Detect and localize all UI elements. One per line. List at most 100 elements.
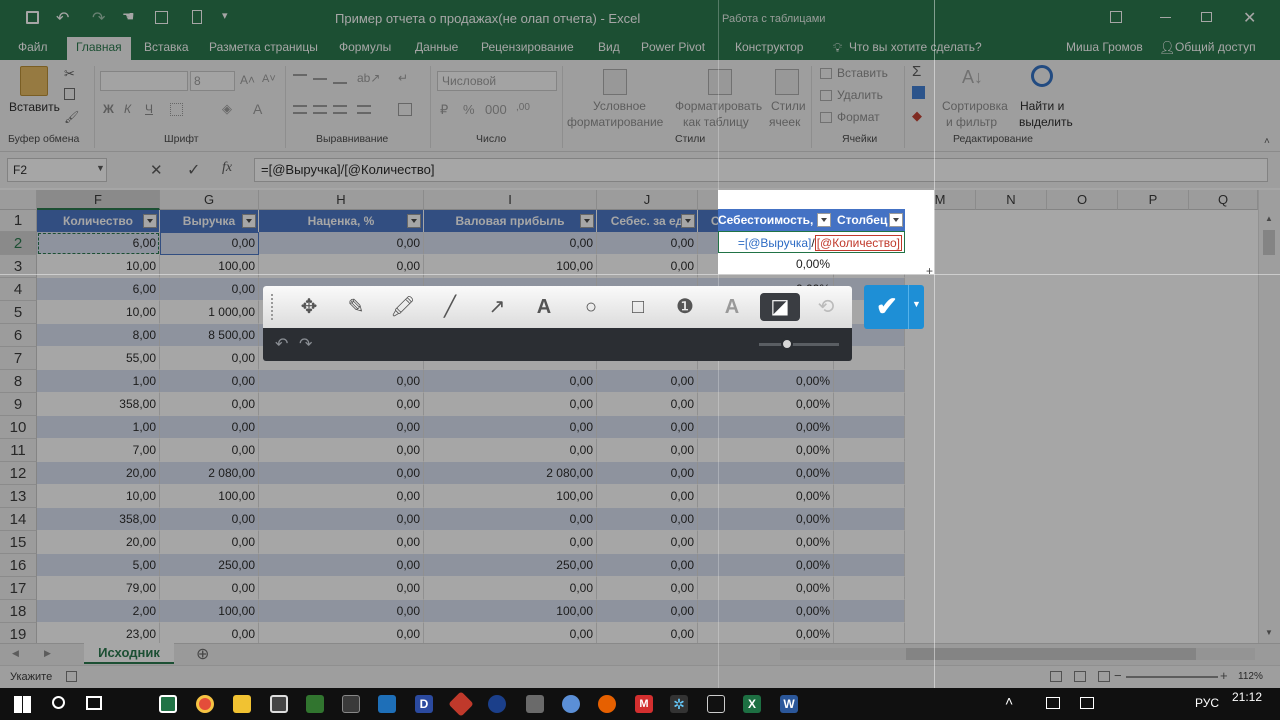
tab-review[interactable]: Рецензирование	[481, 37, 574, 60]
table-cell[interactable]: 10,00	[37, 301, 160, 324]
language-indicator[interactable]: РУС	[1195, 696, 1219, 710]
table-cell[interactable]: 2 080,00	[160, 462, 259, 485]
marker-icon[interactable]: 🖍︎	[388, 293, 418, 321]
table-cell[interactable]	[834, 462, 905, 485]
tray-icon-1[interactable]	[1046, 697, 1060, 709]
table-cell[interactable]: 8 500,00	[160, 324, 259, 347]
insert-cells-button[interactable]: Вставить	[837, 66, 888, 81]
table-cell[interactable]: 0,00	[160, 347, 259, 370]
filter-dropdown-icon[interactable]	[242, 214, 256, 228]
table-cell[interactable]: 6,00	[37, 232, 160, 255]
ribbon-display-icon[interactable]	[1110, 11, 1122, 23]
find-select-line1[interactable]: Найти и	[1020, 99, 1064, 114]
table-cell[interactable]: 0,00	[259, 439, 424, 462]
size-slider-thumb[interactable]	[781, 338, 793, 350]
table-cell[interactable]: 0,00	[597, 508, 698, 531]
table-cell[interactable]: 1,00	[37, 416, 160, 439]
column-header-n[interactable]: N	[976, 190, 1047, 210]
decrease-font-icon[interactable]: A˅	[262, 73, 276, 85]
table-cell[interactable]: 0,00	[259, 508, 424, 531]
table-header-cell[interactable]: Количество	[37, 210, 160, 232]
move-icon[interactable]: ✥	[294, 293, 324, 321]
page-layout-view-icon[interactable]	[1074, 671, 1086, 682]
quick-print-icon[interactable]	[155, 11, 168, 24]
save-icon[interactable]	[26, 11, 39, 24]
bold-button[interactable]: Ж	[103, 102, 114, 117]
zoom-level[interactable]: 112%	[1238, 671, 1263, 682]
filter-dropdown-icon[interactable]	[580, 214, 594, 228]
redo-icon[interactable]: ↷	[92, 8, 105, 28]
capture-selection[interactable]: Себестоимость, % Столбец =[@Выручка]/[@К…	[718, 190, 934, 278]
row-header-5[interactable]: 5	[0, 301, 37, 324]
task-view-icon[interactable]	[86, 696, 102, 710]
table-cell[interactable]	[834, 600, 905, 623]
table-cell[interactable]	[834, 577, 905, 600]
table-cell[interactable]	[834, 370, 905, 393]
format-as-table-icon[interactable]	[708, 69, 732, 95]
header-cell-column[interactable]: Столбец	[833, 209, 905, 231]
number-format-combo[interactable]: Числовой	[437, 71, 557, 91]
table-cell[interactable]: 0,00	[597, 462, 698, 485]
table-cell[interactable]: 0,00	[259, 600, 424, 623]
zoom-out-icon[interactable]: −	[1114, 668, 1122, 683]
table-cell[interactable]: 1 000,00	[160, 301, 259, 324]
tab-formulas[interactable]: Формулы	[339, 37, 391, 60]
scroll-up-icon[interactable]: ▲	[1265, 214, 1273, 223]
calculator-icon[interactable]	[192, 10, 202, 24]
formula-input[interactable]: =[@Выручка]/[@Количество]	[254, 158, 1268, 182]
row-header-16[interactable]: 16	[0, 554, 37, 577]
app-icon-9[interactable]	[448, 691, 474, 717]
table-cell[interactable]: 0,00	[259, 462, 424, 485]
column-header-f[interactable]: F	[37, 190, 160, 210]
table-cell[interactable]: 0,00	[424, 232, 597, 255]
minimize-icon[interactable]	[1160, 17, 1171, 18]
table-cell[interactable]: 0,00	[160, 439, 259, 462]
undo-icon[interactable]: ↶	[56, 8, 69, 28]
table-cell[interactable]: 0,00	[597, 623, 698, 643]
table-cell[interactable]: 0,00	[160, 278, 259, 301]
row-header-15[interactable]: 15	[0, 531, 37, 554]
vertical-scrollbar[interactable]: ▲ ▼	[1258, 190, 1280, 643]
normal-view-icon[interactable]	[1050, 671, 1062, 682]
table-cell[interactable]: 0,00	[597, 232, 698, 255]
conditional-formatting-line1[interactable]: Условное	[593, 99, 646, 114]
enter-formula-button[interactable]: ✓	[187, 160, 200, 180]
column-header-g[interactable]: G	[160, 190, 259, 210]
tab-file[interactable]: Файл	[18, 37, 48, 60]
table-cell[interactable]: 20,00	[37, 462, 160, 485]
header-cell-cost-percent[interactable]: Себестоимость, %	[718, 209, 833, 231]
table-cell[interactable]: 2 080,00	[424, 462, 597, 485]
row-header-11[interactable]: 11	[0, 439, 37, 462]
table-cell[interactable]: 250,00	[160, 554, 259, 577]
borders-icon[interactable]	[170, 103, 183, 116]
align-middle-icon[interactable]	[313, 78, 327, 80]
undo-button[interactable]: ↶	[275, 334, 288, 354]
filter-dropdown-icon[interactable]	[407, 214, 421, 228]
pen-icon[interactable]: ✎	[341, 293, 371, 321]
table-cell[interactable]	[834, 623, 905, 643]
table-cell[interactable]: 0,00	[259, 577, 424, 600]
percent-icon[interactable]: %	[463, 102, 475, 117]
font-name-combo[interactable]	[100, 71, 188, 91]
table-cell[interactable]: 0,00	[424, 370, 597, 393]
table-cell[interactable]: 0,00	[160, 623, 259, 643]
delete-cells-button[interactable]: Удалить	[837, 88, 883, 103]
taskbar-app-icon[interactable]	[159, 695, 177, 713]
toolbar-grip-icon[interactable]	[271, 294, 277, 320]
table-header-cell[interactable]: Выручка	[160, 210, 259, 232]
wrap-text-icon[interactable]: ↵	[398, 71, 408, 85]
italic-button[interactable]: К	[124, 102, 131, 117]
app-icon-14[interactable]: M	[635, 695, 653, 713]
text-outline-icon[interactable]: A	[717, 293, 747, 321]
select-all-corner[interactable]	[0, 190, 37, 210]
clock[interactable]: 21:12	[1232, 690, 1262, 704]
table-cell[interactable]: 79,00	[37, 577, 160, 600]
clear-icon[interactable]: ◆	[912, 108, 922, 124]
tab-insert[interactable]: Вставка	[144, 37, 189, 60]
size-slider[interactable]	[759, 343, 839, 346]
row-header-7[interactable]: 7	[0, 347, 37, 370]
table-cell[interactable]: 2,00	[37, 600, 160, 623]
table-cell[interactable]: 0,00	[597, 600, 698, 623]
accept-options-icon[interactable]: ▼	[912, 299, 921, 309]
tab-power-pivot[interactable]: Power Pivot	[641, 37, 705, 60]
